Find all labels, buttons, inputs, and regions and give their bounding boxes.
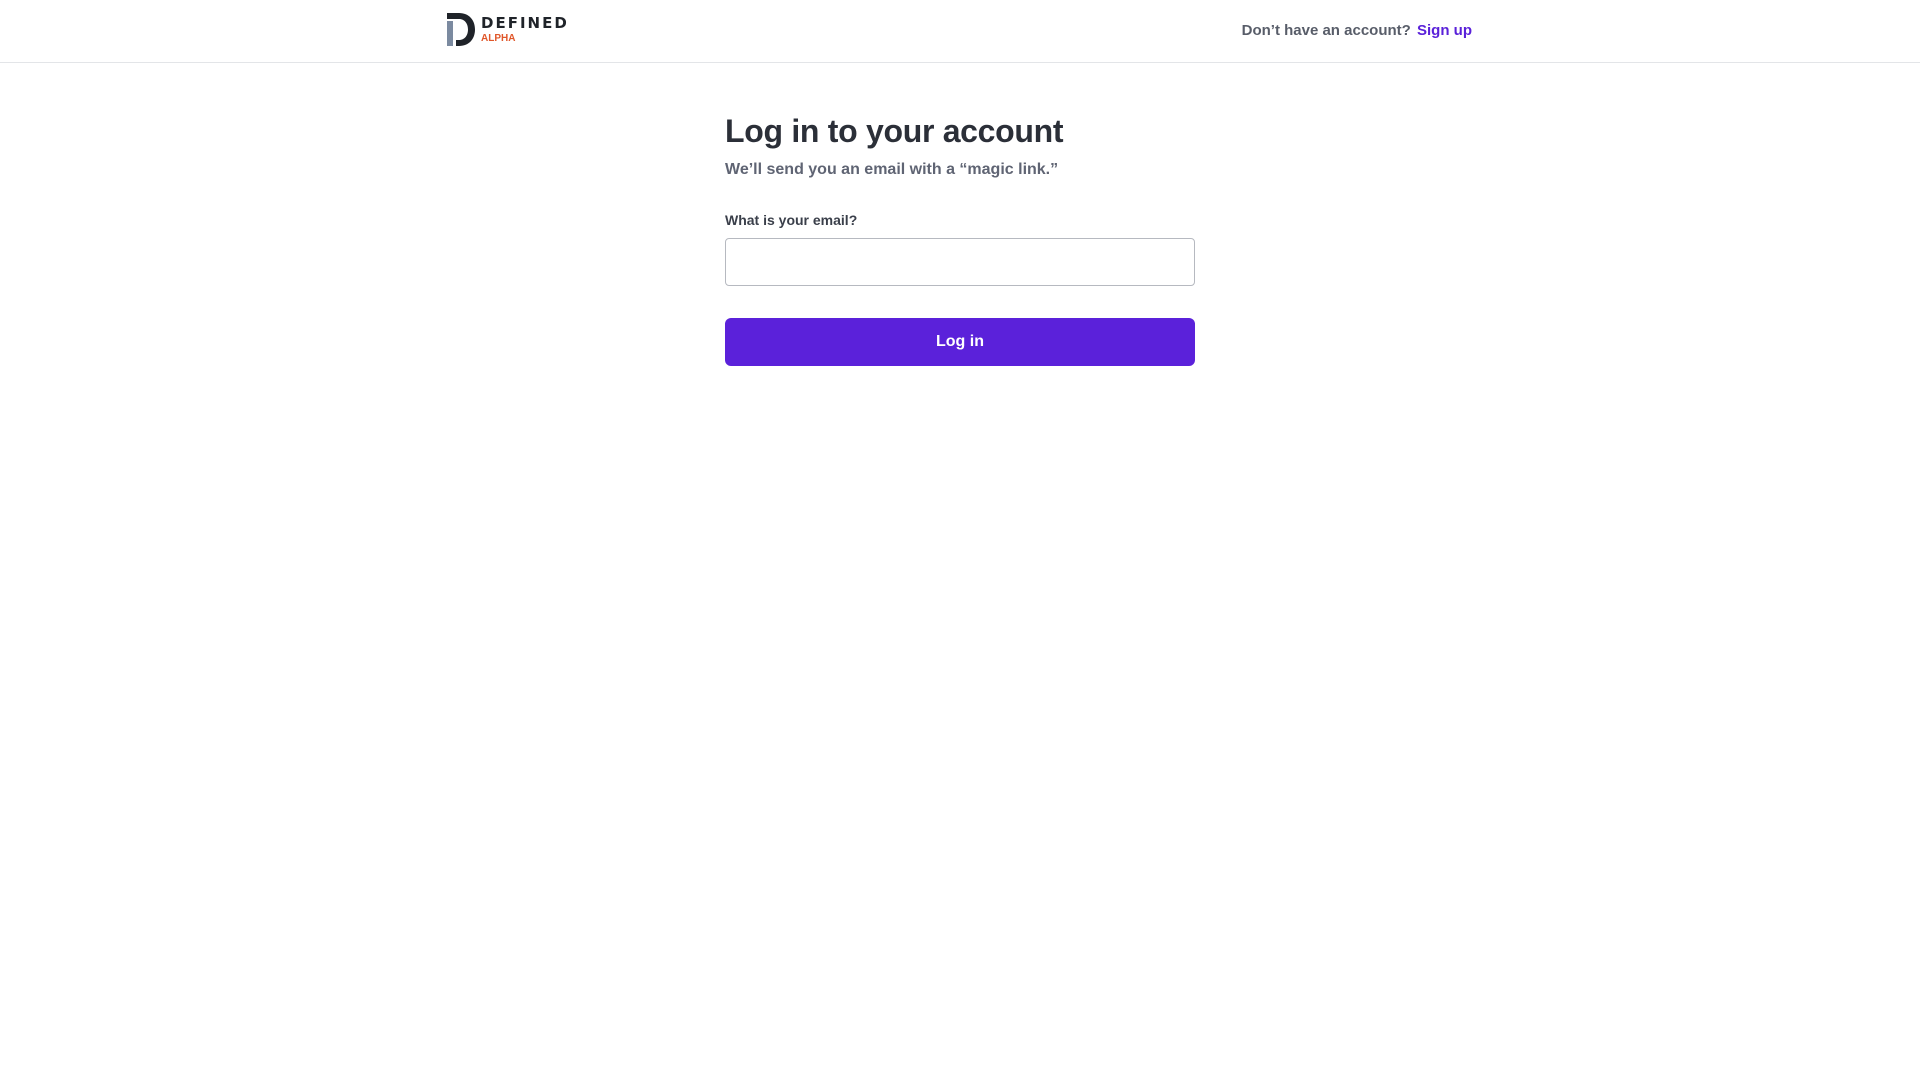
email-input[interactable] <box>725 238 1195 286</box>
logo-wordmark: DEFINED <box>481 14 569 32</box>
top-navbar: DEFINED ALPHA Don’t have an account? Sig… <box>0 0 1920 63</box>
login-form: Log in to your account We’ll send you an… <box>725 110 1195 366</box>
logo-text: DEFINED ALPHA <box>481 13 569 45</box>
email-label: What is your email? <box>725 212 858 228</box>
page-subtitle: We’ll send you an email with a “magic li… <box>725 161 1059 178</box>
signup-prompt: Don’t have an account? Sign up <box>1242 22 1472 39</box>
login-button[interactable]: Log in <box>725 318 1195 366</box>
page-title: Log in to your account <box>725 113 1064 149</box>
alpha-badge: ALPHA <box>481 33 516 44</box>
defined-logo-icon <box>447 13 475 46</box>
signup-prompt-text: Don’t have an account? <box>1241 22 1411 39</box>
signup-link[interactable]: Sign up <box>1417 22 1472 39</box>
defined-logo[interactable]: DEFINED ALPHA <box>447 13 569 46</box>
